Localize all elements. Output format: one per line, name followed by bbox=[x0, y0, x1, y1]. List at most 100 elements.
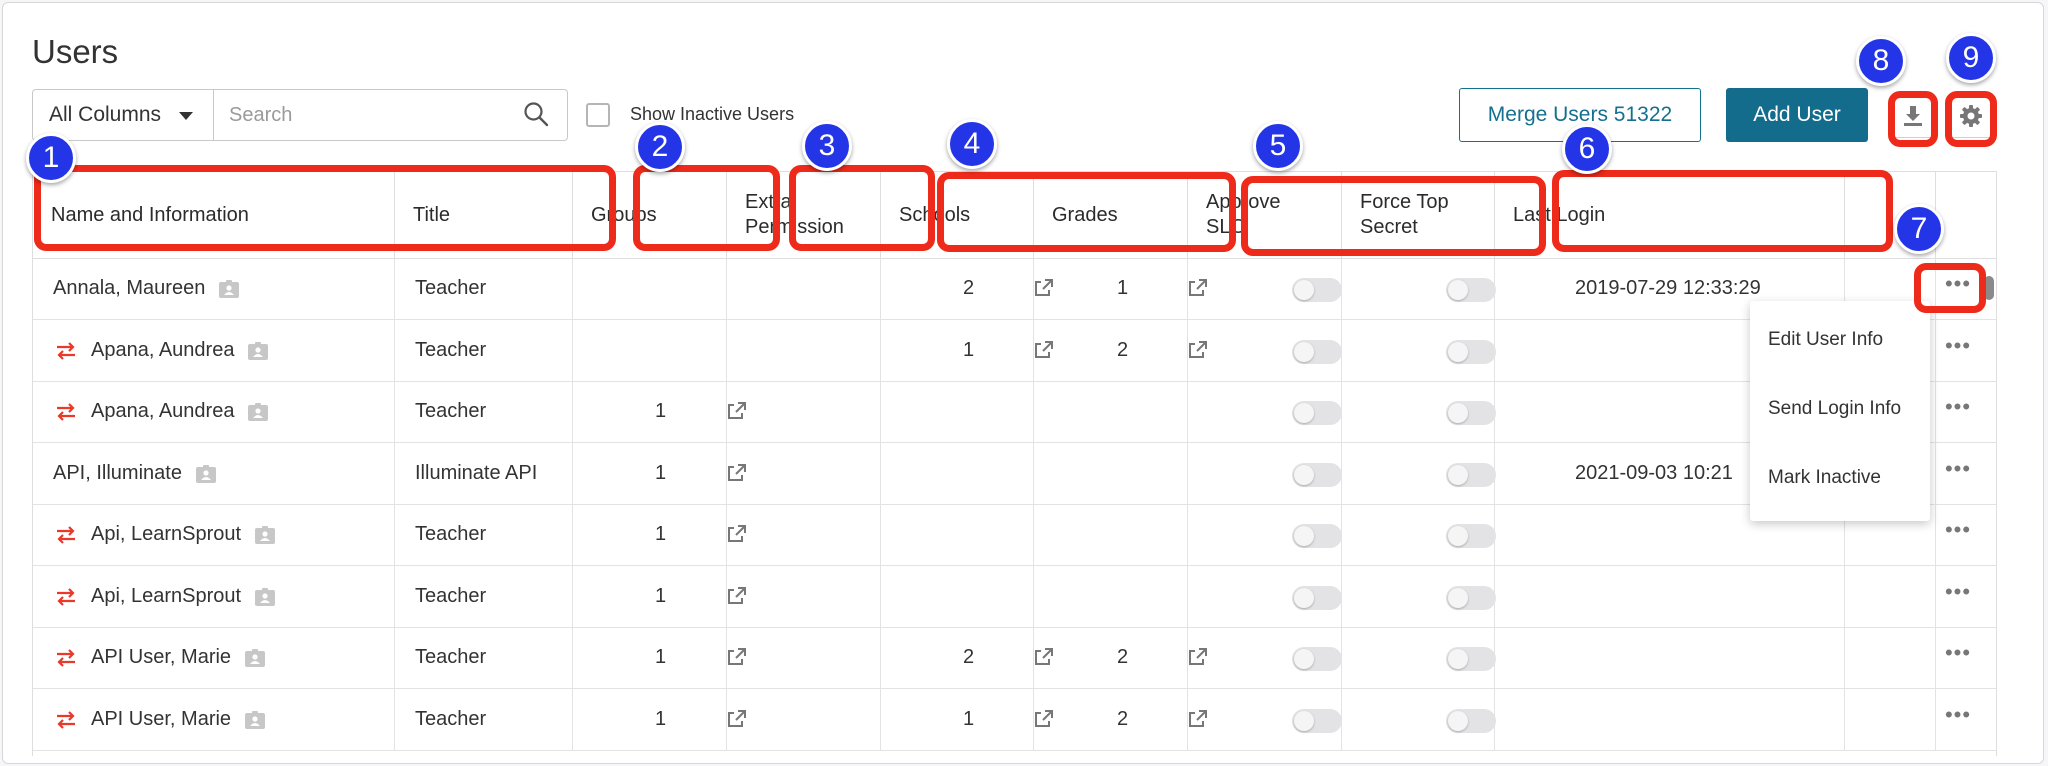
force-top-secret-toggle[interactable] bbox=[1446, 278, 1496, 302]
table-cell bbox=[573, 627, 727, 688]
table-row[interactable]: Annala, Maureen Teacher 2 1 2019-07-29 12:33… bbox=[33, 258, 1996, 320]
table-cell bbox=[881, 258, 1034, 319]
approve-slo-toggle[interactable] bbox=[1292, 278, 1342, 302]
annotation-badge-2: 2 bbox=[635, 122, 685, 172]
external-link-icon[interactable] bbox=[727, 647, 747, 667]
menu-item-send-login-info[interactable]: Send Login Info bbox=[1768, 398, 1901, 420]
show-inactive-checkbox[interactable] bbox=[586, 103, 610, 127]
user-name[interactable]: Annala, Maureen bbox=[53, 277, 205, 300]
column-select[interactable]: All Columns bbox=[32, 89, 214, 141]
table-row[interactable]: API, Illuminate Illuminate API 1 2021-09-03… bbox=[33, 442, 1996, 505]
user-title: Teacher bbox=[415, 338, 487, 361]
page-title: Users bbox=[32, 33, 119, 70]
approve-slo-toggle[interactable] bbox=[1292, 585, 1342, 610]
table-row[interactable]: Api, LearnSprout Teacher 1 ••• bbox=[33, 504, 1996, 566]
table-cell bbox=[1034, 319, 1188, 381]
id-card-icon bbox=[255, 526, 276, 544]
external-link-icon[interactable] bbox=[727, 401, 747, 421]
annotation-badge-1: 1 bbox=[26, 133, 76, 183]
linked-account-icon bbox=[55, 402, 77, 422]
force-top-secret-toggle[interactable] bbox=[1446, 462, 1496, 487]
linked-account-icon bbox=[55, 341, 77, 361]
highlight-last-login bbox=[1552, 170, 1893, 252]
table-cell bbox=[573, 565, 727, 627]
table-cell bbox=[573, 381, 727, 442]
more-actions-icon[interactable]: ••• bbox=[1944, 703, 1972, 729]
table-cell bbox=[881, 688, 1034, 750]
external-link-icon[interactable] bbox=[1034, 709, 1054, 729]
force-top-secret-toggle[interactable] bbox=[1446, 647, 1496, 671]
menu-item-edit-user-info[interactable]: Edit User Info bbox=[1768, 329, 1883, 351]
annotation-badge-4: 4 bbox=[947, 119, 997, 169]
force-top-secret-toggle[interactable] bbox=[1446, 401, 1496, 425]
user-name[interactable]: Apana, Aundrea bbox=[91, 339, 234, 362]
more-actions-icon[interactable]: ••• bbox=[1944, 519, 1972, 544]
external-link-icon[interactable] bbox=[727, 524, 747, 544]
force-top-secret-toggle[interactable] bbox=[1446, 524, 1496, 548]
external-link-icon[interactable] bbox=[1188, 647, 1208, 667]
annotation-badge-3: 3 bbox=[802, 121, 852, 171]
table-cell bbox=[573, 688, 727, 750]
id-card-icon bbox=[245, 710, 266, 729]
external-link-icon[interactable] bbox=[1188, 278, 1208, 298]
approve-slo-toggle[interactable] bbox=[1292, 462, 1342, 487]
table-cell bbox=[881, 442, 1034, 504]
force-top-secret-toggle[interactable] bbox=[1446, 708, 1496, 733]
user-name[interactable]: Api, LearnSprout bbox=[91, 523, 241, 546]
menu-item-mark-inactive[interactable]: Mark Inactive bbox=[1768, 467, 1881, 489]
linked-account-icon bbox=[55, 648, 77, 668]
add-user-button[interactable]: Add User bbox=[1726, 88, 1868, 142]
id-card-icon bbox=[248, 403, 269, 421]
table-cell bbox=[727, 504, 881, 565]
external-link-icon[interactable] bbox=[1034, 278, 1054, 298]
users-panel: Users All Columns Show Inactive Users Me… bbox=[2, 2, 2044, 764]
approve-slo-toggle[interactable] bbox=[1292, 401, 1342, 425]
external-link-icon[interactable] bbox=[727, 463, 747, 483]
groups-count: 1 bbox=[655, 707, 667, 730]
table-row[interactable]: API User, Marie Teacher 1 2 2 ••• bbox=[33, 627, 1996, 689]
table-row[interactable]: Apana, Aundrea Teacher 1 ••• bbox=[33, 381, 1996, 443]
table-row[interactable]: Apana, Aundrea Teacher 1 2 ••• bbox=[33, 319, 1996, 382]
external-link-icon[interactable] bbox=[1034, 340, 1054, 360]
grades-count: 2 bbox=[1117, 338, 1129, 361]
user-name[interactable]: API User, Marie bbox=[91, 646, 231, 669]
table-cell bbox=[573, 319, 727, 381]
search-icon[interactable] bbox=[523, 101, 549, 127]
id-card-icon bbox=[219, 280, 240, 298]
more-actions-icon[interactable]: ••• bbox=[1944, 457, 1972, 483]
user-title: Illuminate API bbox=[415, 461, 538, 484]
table-cell bbox=[1845, 565, 1936, 627]
user-name[interactable]: API, Illuminate bbox=[53, 462, 182, 485]
user-name[interactable]: Apana, Aundrea bbox=[91, 400, 234, 423]
user-name[interactable]: API User, Marie bbox=[91, 708, 231, 731]
user-name[interactable]: Api, LearnSprout bbox=[91, 585, 241, 608]
more-actions-icon[interactable]: ••• bbox=[1944, 642, 1972, 667]
column-select-value: All Columns bbox=[49, 103, 162, 126]
more-actions-icon[interactable]: ••• bbox=[1944, 396, 1972, 421]
groups-count: 1 bbox=[655, 646, 667, 668]
more-actions-icon[interactable]: ••• bbox=[1944, 580, 1972, 606]
force-top-secret-toggle[interactable] bbox=[1446, 339, 1496, 364]
approve-slo-toggle[interactable] bbox=[1292, 339, 1342, 364]
approve-slo-toggle[interactable] bbox=[1292, 647, 1342, 671]
approve-slo-toggle[interactable] bbox=[1292, 708, 1342, 733]
more-actions-icon[interactable]: ••• bbox=[1944, 334, 1972, 360]
table-row[interactable]: Api, LearnSprout Teacher 1 ••• bbox=[33, 565, 1996, 628]
highlight-settings bbox=[1945, 91, 1997, 147]
approve-slo-toggle[interactable] bbox=[1292, 524, 1342, 548]
table-row[interactable]: API User, Marie Teacher 1 1 2 ••• bbox=[33, 688, 1996, 751]
groups-count: 1 bbox=[655, 400, 667, 422]
grades-count: 2 bbox=[1117, 646, 1129, 668]
external-link-icon[interactable] bbox=[1188, 340, 1208, 360]
external-link-icon[interactable] bbox=[727, 709, 747, 729]
grades-count: 1 bbox=[1117, 277, 1129, 299]
highlight-approve-force bbox=[1241, 176, 1546, 256]
external-link-icon[interactable] bbox=[727, 586, 747, 606]
table-cell bbox=[727, 688, 881, 750]
search-input[interactable] bbox=[214, 89, 568, 141]
annotation-badge-5: 5 bbox=[1253, 121, 1303, 171]
external-link-icon[interactable] bbox=[1034, 647, 1054, 667]
external-link-icon[interactable] bbox=[1188, 709, 1208, 729]
force-top-secret-toggle[interactable] bbox=[1446, 585, 1496, 610]
annotation-badge-8: 8 bbox=[1856, 36, 1906, 86]
